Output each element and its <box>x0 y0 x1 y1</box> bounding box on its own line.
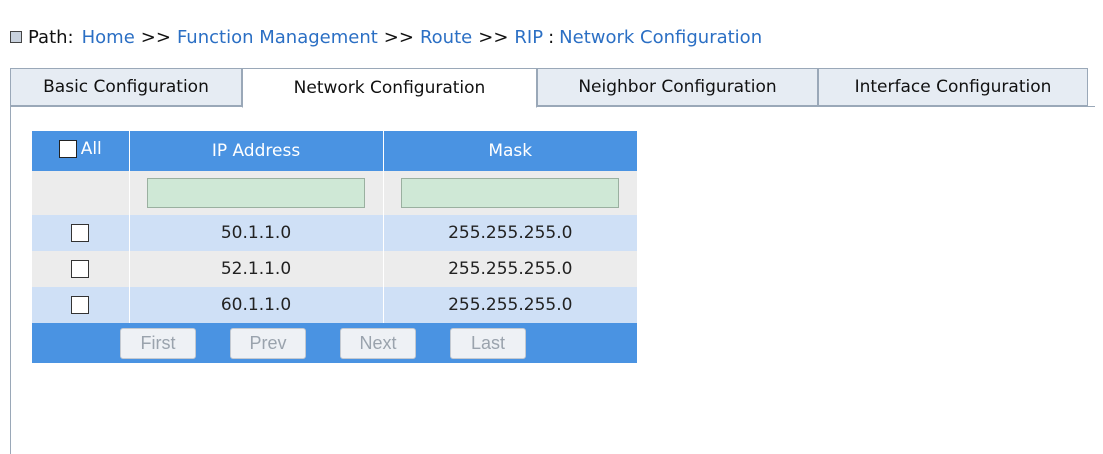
mask-cell: 255.255.255.0 <box>383 251 637 287</box>
row-checkbox[interactable] <box>71 224 90 242</box>
ip-address-header: IP Address <box>129 131 384 171</box>
mask-cell: 255.255.255.0 <box>383 287 637 323</box>
table-row: 52.1.1.0 255.255.255.0 <box>32 251 637 287</box>
breadcrumb-rip[interactable]: RIP <box>514 27 543 48</box>
next-page-button[interactable]: Next <box>340 327 416 359</box>
prev-page-button[interactable]: Prev <box>230 327 306 359</box>
breadcrumb-route[interactable]: Route <box>420 27 472 48</box>
network-table: All IP Address Mask 50.1.1.0 255.255.255… <box>32 131 637 363</box>
ip-address-cell: 50.1.1.0 <box>129 215 384 251</box>
select-all-checkbox[interactable] <box>58 140 77 158</box>
tab-basic-configuration[interactable]: Basic Configuration <box>10 68 242 106</box>
tab-network-configuration[interactable]: Network Configuration <box>242 68 537 108</box>
tab-interface-configuration[interactable]: Interface Configuration <box>818 68 1088 106</box>
select-all-header: All <box>32 131 130 171</box>
breadcrumb-network-configuration[interactable]: Network Configuration <box>559 27 762 48</box>
breadcrumb-home[interactable]: Home <box>82 27 135 48</box>
breadcrumb-separator: >> <box>383 26 414 48</box>
table-row: 50.1.1.0 255.255.255.0 <box>32 215 637 251</box>
breadcrumb-colon: : <box>548 26 555 48</box>
path-square-icon <box>10 31 22 43</box>
select-all-label: All <box>80 139 102 159</box>
row-checkbox[interactable] <box>71 296 90 314</box>
filter-row <box>32 171 637 215</box>
table-header-row: All IP Address Mask <box>32 131 637 171</box>
path-label: Path: <box>28 26 74 48</box>
breadcrumb-separator: >> <box>140 26 171 48</box>
mask-header: Mask <box>383 131 637 171</box>
ip-address-filter-input[interactable] <box>147 178 365 208</box>
tab-bar-divider <box>10 106 1095 107</box>
breadcrumb-function-management[interactable]: Function Management <box>177 27 378 48</box>
pagination: First Prev Next Last <box>32 327 637 359</box>
first-page-button[interactable]: First <box>120 327 196 359</box>
last-page-button[interactable]: Last <box>450 327 526 359</box>
mask-filter-input[interactable] <box>401 178 620 208</box>
ip-address-cell: 60.1.1.0 <box>129 287 384 323</box>
ip-address-cell: 52.1.1.0 <box>129 251 384 287</box>
breadcrumb-separator: >> <box>478 26 509 48</box>
content-left-border <box>10 107 11 454</box>
tab-neighbor-configuration[interactable]: Neighbor Configuration <box>537 68 818 106</box>
table-row: 60.1.1.0 255.255.255.0 <box>32 287 637 323</box>
tab-bar: Basic Configuration Network Configuratio… <box>10 68 1103 108</box>
breadcrumb: Path: Home >> Function Management >> Rou… <box>10 24 762 50</box>
mask-cell: 255.255.255.0 <box>383 215 637 251</box>
row-checkbox[interactable] <box>71 260 90 278</box>
pagination-row: First Prev Next Last <box>32 323 637 363</box>
